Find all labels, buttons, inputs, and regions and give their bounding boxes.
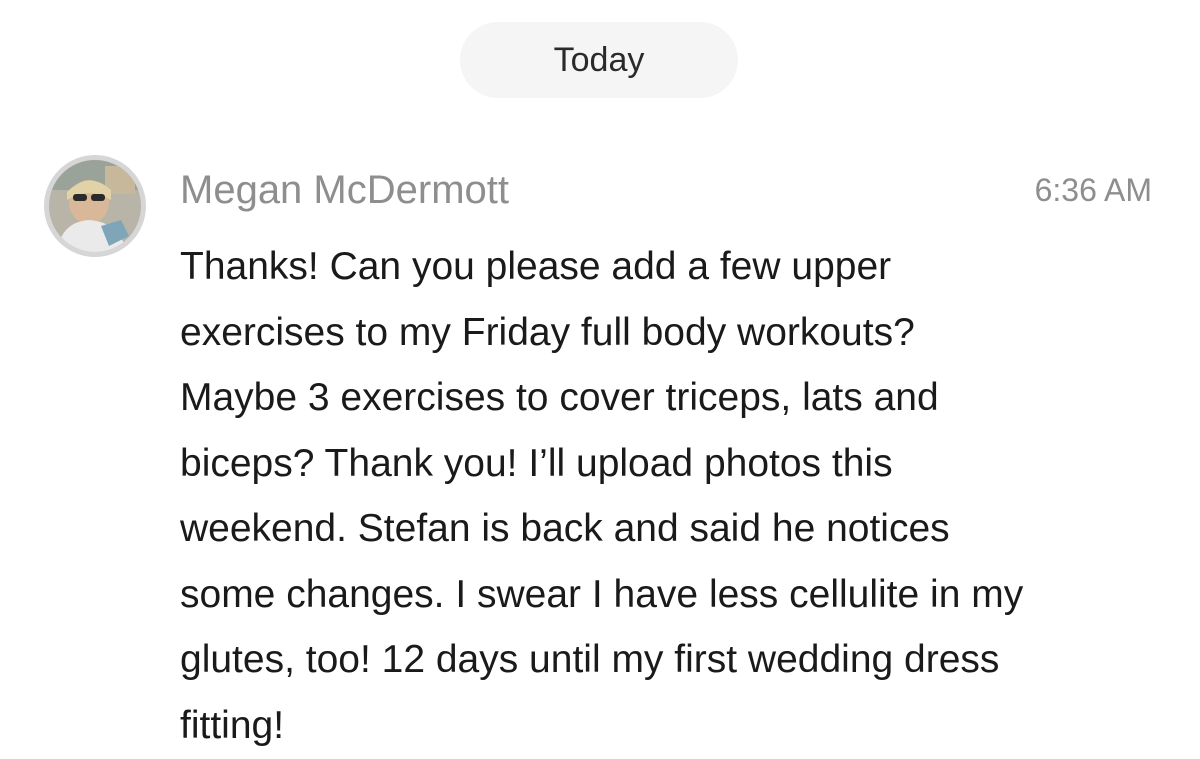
date-separator-label: Today: [553, 40, 645, 79]
message-text: Thanks! Can you please add a few upper e…: [180, 245, 1024, 747]
date-separator: Today: [460, 22, 738, 98]
message-item: Megan McDermott 6:36 AM Thanks! Can you …: [0, 152, 1200, 752]
sender-name: Megan McDermott: [180, 168, 509, 212]
user-photo-avatar-icon: [49, 160, 141, 252]
avatar[interactable]: [44, 155, 146, 257]
message-timestamp: 6:36 AM: [1034, 172, 1152, 208]
